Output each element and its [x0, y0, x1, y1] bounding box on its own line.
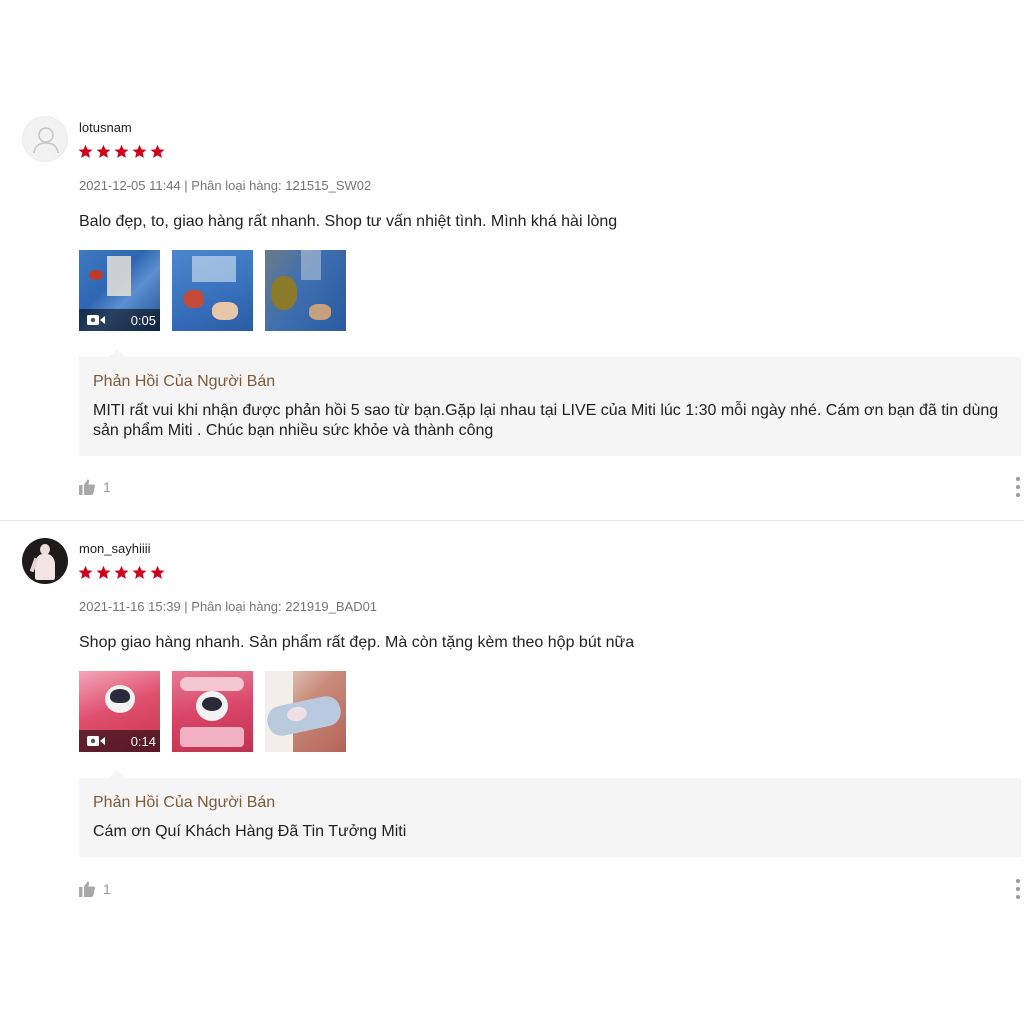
star-icon	[150, 565, 165, 579]
star-rating	[78, 565, 165, 580]
seller-reply: Phản Hồi Của Người Bán Cám ơn Quí Khách …	[79, 770, 1021, 857]
thumbs-up-icon	[79, 479, 95, 495]
review-video-thumbnail[interactable]: 0:05	[79, 250, 160, 331]
avatar[interactable]	[22, 116, 68, 162]
like-button[interactable]: 1	[79, 881, 111, 897]
star-icon	[114, 565, 129, 579]
review-image-thumbnail[interactable]	[265, 671, 346, 752]
star-icon	[96, 144, 111, 158]
review-media: 0:14	[79, 671, 346, 752]
more-options-button[interactable]	[1013, 879, 1023, 899]
reviewer-username[interactable]: lotusnam	[79, 120, 132, 135]
more-options-icon	[1016, 879, 1020, 883]
review-image-thumbnail[interactable]	[265, 250, 346, 331]
star-rating	[78, 144, 165, 159]
star-icon	[150, 144, 165, 158]
thumbs-up-icon	[79, 881, 95, 897]
review-meta: 2021-11-16 15:39 | Phân loại hàng: 22191…	[79, 599, 378, 614]
seller-reply-title: Phản Hồi Của Người Bán	[93, 794, 276, 811]
video-duration-bar: 0:14	[79, 730, 160, 752]
seller-reply: Phản Hồi Của Người Bán MITI rất vui khi …	[79, 349, 1021, 456]
review-image-thumbnail[interactable]	[172, 250, 253, 331]
review-comment: Shop giao hàng nhanh. Sản phẩm rất đẹp. …	[79, 634, 635, 651]
seller-reply-text: MITI rất vui khi nhận được phản hồi 5 sa…	[93, 402, 999, 439]
seller-reply-text: Cám ơn Quí Khách Hàng Đã Tin Tưởng Miti	[93, 823, 407, 840]
review-meta: 2021-12-05 11:44 | Phân loại hàng: 12151…	[79, 178, 372, 193]
video-duration-bar: 0:05	[79, 309, 160, 331]
default-avatar-icon	[33, 127, 59, 154]
star-icon	[132, 565, 147, 579]
like-count: 1	[103, 881, 111, 897]
video-camera-icon	[87, 315, 105, 325]
star-icon	[96, 565, 111, 579]
review-comment: Balo đẹp, to, giao hàng rất nhanh. Shop …	[79, 213, 618, 230]
reviewer-username[interactable]: mon_sayhiiii	[79, 541, 151, 556]
star-icon	[114, 144, 129, 158]
like-button[interactable]: 1	[79, 479, 111, 495]
review-item: mon_sayhiiii 2021-11-16 15:39 | Phân loạ…	[0, 521, 1024, 1024]
star-icon	[78, 144, 93, 158]
review-video-thumbnail[interactable]: 0:14	[79, 671, 160, 752]
video-duration: 0:14	[130, 733, 156, 749]
review-item: lotusnam 2021-12-05 11:44 | Phân loại hà…	[0, 0, 1024, 520]
more-options-button[interactable]	[1013, 477, 1023, 497]
seller-reply-title: Phản Hồi Của Người Bán	[93, 373, 276, 390]
star-icon	[132, 144, 147, 158]
avatar[interactable]	[22, 538, 68, 584]
star-icon	[78, 565, 93, 579]
review-image-thumbnail[interactable]	[172, 671, 253, 752]
video-camera-icon	[87, 736, 105, 746]
review-media: 0:05	[79, 250, 346, 331]
more-options-icon	[1016, 477, 1020, 481]
video-duration: 0:05	[130, 312, 156, 328]
like-count: 1	[103, 479, 111, 495]
